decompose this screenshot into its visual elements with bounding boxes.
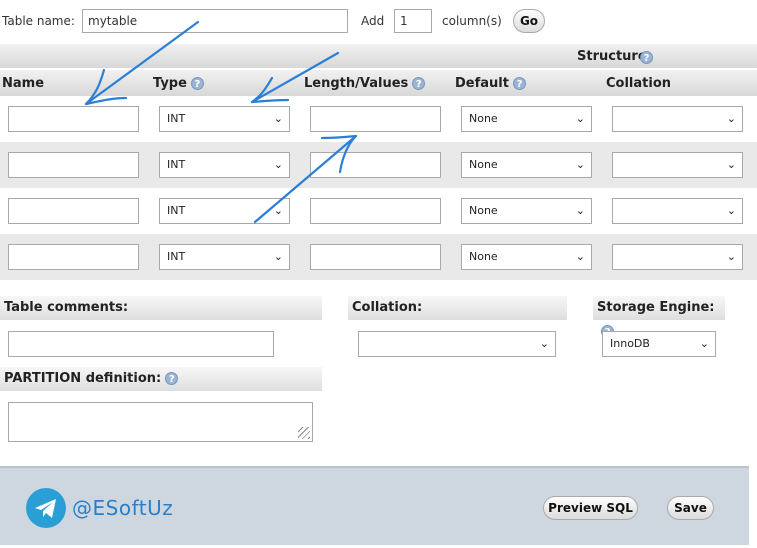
chevron-down-icon: ⌄ [539,337,549,350]
collation-label: Collation: [348,296,567,320]
column-default-select[interactable]: None ⌄ [461,244,592,270]
column-name-input[interactable] [8,152,139,178]
table-collation-select[interactable]: ⌄ [358,331,556,357]
column-length-input[interactable] [310,152,441,178]
question-circle-icon[interactable]: ? [412,77,426,90]
column-name-input[interactable] [8,198,139,224]
chevron-down-icon: ⌄ [699,337,709,350]
go-button[interactable]: Go [513,9,545,33]
resize-grip-icon[interactable] [298,427,310,439]
column-type-select[interactable]: INT ⌄ [159,244,290,270]
column-type-value: INT [167,112,186,125]
chevron-down-icon: ⌄ [726,112,736,125]
chevron-down-icon: ⌄ [726,158,736,171]
column-type-select[interactable]: INT ⌄ [159,106,290,132]
header-length-label: Length/Values [304,76,409,91]
chevron-down-icon: ⌄ [575,204,585,217]
header-name: Name [2,76,45,91]
chevron-down-icon: ⌄ [575,158,585,171]
structure-title: Structure [577,49,647,64]
partition-header: PARTITION definition:? [0,367,322,391]
storage-engine-select[interactable]: InnoDB ⌄ [602,331,716,357]
save-button[interactable]: Save [667,496,714,520]
column-type-value: INT [167,250,186,263]
column-default-value: None [469,158,498,171]
header-type: Type? [153,76,204,91]
column-default-value: None [469,250,498,263]
question-circle-icon[interactable]: ? [165,372,179,385]
table-comments-label: Table comments: [0,296,322,320]
column-default-select[interactable]: None ⌄ [461,152,592,178]
footer-bar: @ESoftUz Preview SQL Save [0,466,749,545]
partition-label: PARTITION definition: [4,371,162,386]
column-default-value: None [469,112,498,125]
column-headers: Name Type? Length/Values? Default? Colla… [0,70,757,96]
chevron-down-icon: ⌄ [273,250,283,263]
telegram-icon [26,488,66,528]
column-collation-select[interactable]: ⌄ [612,106,743,132]
column-collation-select[interactable]: ⌄ [612,244,743,270]
chevron-down-icon: ⌄ [575,250,585,263]
column-type-select[interactable]: INT ⌄ [159,152,290,178]
column-length-input[interactable] [310,106,441,132]
column-default-select[interactable]: None ⌄ [461,198,592,224]
header-default-label: Default [455,76,509,91]
chevron-down-icon: ⌄ [726,250,736,263]
question-circle-icon[interactable]: ? [640,51,653,64]
table-name-input[interactable]: mytable [82,9,348,33]
question-circle-icon[interactable]: ? [190,77,204,90]
column-type-value: INT [167,158,186,171]
table-comments-input[interactable] [8,331,274,357]
structure-title-band: Structure ? [0,44,757,68]
add-columns-input[interactable]: 1 [394,9,432,33]
chevron-down-icon: ⌄ [726,204,736,217]
column-type-select[interactable]: INT ⌄ [159,198,290,224]
column-length-input[interactable] [310,244,441,270]
question-circle-icon[interactable]: ? [512,77,526,90]
partition-textarea[interactable] [8,402,313,442]
add-label: Add [361,14,385,28]
column-name-input[interactable] [8,244,139,270]
column-length-input[interactable] [310,198,441,224]
header-collation: Collation [606,76,672,91]
chevron-down-icon: ⌄ [273,158,283,171]
table-name-label: Table name: [2,14,75,28]
column-row: INT ⌄ None ⌄ ⌄ [0,142,757,188]
header-length: Length/Values? [304,76,426,91]
header-default: Default? [455,76,526,91]
column-row: INT ⌄ None ⌄ ⌄ [0,234,757,280]
column-row: INT ⌄ None ⌄ ⌄ [0,188,757,234]
column-collation-select[interactable]: ⌄ [612,198,743,224]
column-default-value: None [469,204,498,217]
chevron-down-icon: ⌄ [273,204,283,217]
storage-engine-header: Storage Engine:? [593,296,725,338]
chevron-down-icon: ⌄ [575,112,585,125]
storage-engine-label: Storage Engine: [597,300,715,315]
brand-watermark: @ESoftUz [72,496,174,520]
columns-label: column(s) [442,14,502,28]
column-name-input[interactable] [8,106,139,132]
chevron-down-icon: ⌄ [273,112,283,125]
column-default-select[interactable]: None ⌄ [461,106,592,132]
header-type-label: Type [153,76,187,91]
column-row: INT ⌄ None ⌄ ⌄ [0,96,757,142]
column-type-value: INT [167,204,186,217]
column-collation-select[interactable]: ⌄ [612,152,743,178]
storage-engine-value: InnoDB [610,337,650,350]
preview-sql-button[interactable]: Preview SQL [543,496,638,520]
